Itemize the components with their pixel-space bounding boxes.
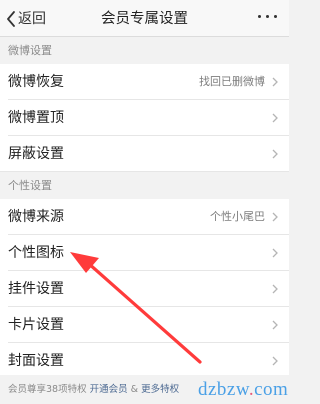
chevron-right-icon [272, 320, 278, 330]
row-label: 微博来源 [8, 209, 64, 225]
more-privileges-link[interactable]: 更多特权 [141, 384, 179, 395]
watermark-logo: dzbzw.com [198, 379, 288, 401]
chevron-right-icon [272, 113, 278, 123]
row-personal-icon[interactable]: 个性图标 [0, 235, 289, 271]
section-header-personal: 个性设置 [0, 172, 289, 199]
row-label: 屏蔽设置 [8, 146, 64, 162]
chevron-right-icon [272, 77, 278, 87]
chevron-right-icon [272, 356, 278, 366]
row-block-settings[interactable]: 屏蔽设置 [0, 136, 289, 172]
open-membership-link[interactable]: 开通会员 [90, 384, 128, 395]
row-pendant-settings[interactable]: 挂件设置 [0, 271, 289, 307]
row-weibo-recover[interactable]: 微博恢复 找回已删微博 [0, 64, 289, 100]
row-cover-settings[interactable]: 封面设置 [0, 343, 289, 379]
watermark-text: dzbzw [198, 379, 249, 400]
row-weibo-source[interactable]: 微博来源 个性小尾巴 [0, 199, 289, 235]
row-value: 个性小尾巴 [210, 210, 265, 223]
nav-bar: 返回 会员专属设置 [0, 0, 289, 37]
row-weibo-pin[interactable]: 微博置顶 [0, 100, 289, 136]
row-label: 微博恢复 [8, 74, 64, 90]
row-label: 卡片设置 [8, 317, 64, 333]
row-value: 找回已删微博 [199, 75, 265, 88]
row-label: 封面设置 [8, 353, 64, 369]
more-icon[interactable] [258, 15, 277, 18]
chevron-right-icon [272, 248, 278, 258]
footer-separator: & [130, 384, 139, 395]
section-header-weibo: 微博设置 [0, 37, 289, 64]
chevron-right-icon [272, 149, 278, 159]
row-label: 挂件设置 [8, 281, 64, 297]
row-label: 微博置顶 [8, 110, 64, 126]
row-card-settings[interactable]: 卡片设置 [0, 307, 289, 343]
chevron-right-icon [272, 212, 278, 222]
page-title: 会员专属设置 [101, 11, 188, 27]
watermark-suffix: com [254, 379, 289, 400]
row-label: 个性图标 [8, 245, 64, 261]
chevron-right-icon [272, 284, 278, 294]
footer-text: 会员尊享38项特权 [8, 384, 87, 395]
